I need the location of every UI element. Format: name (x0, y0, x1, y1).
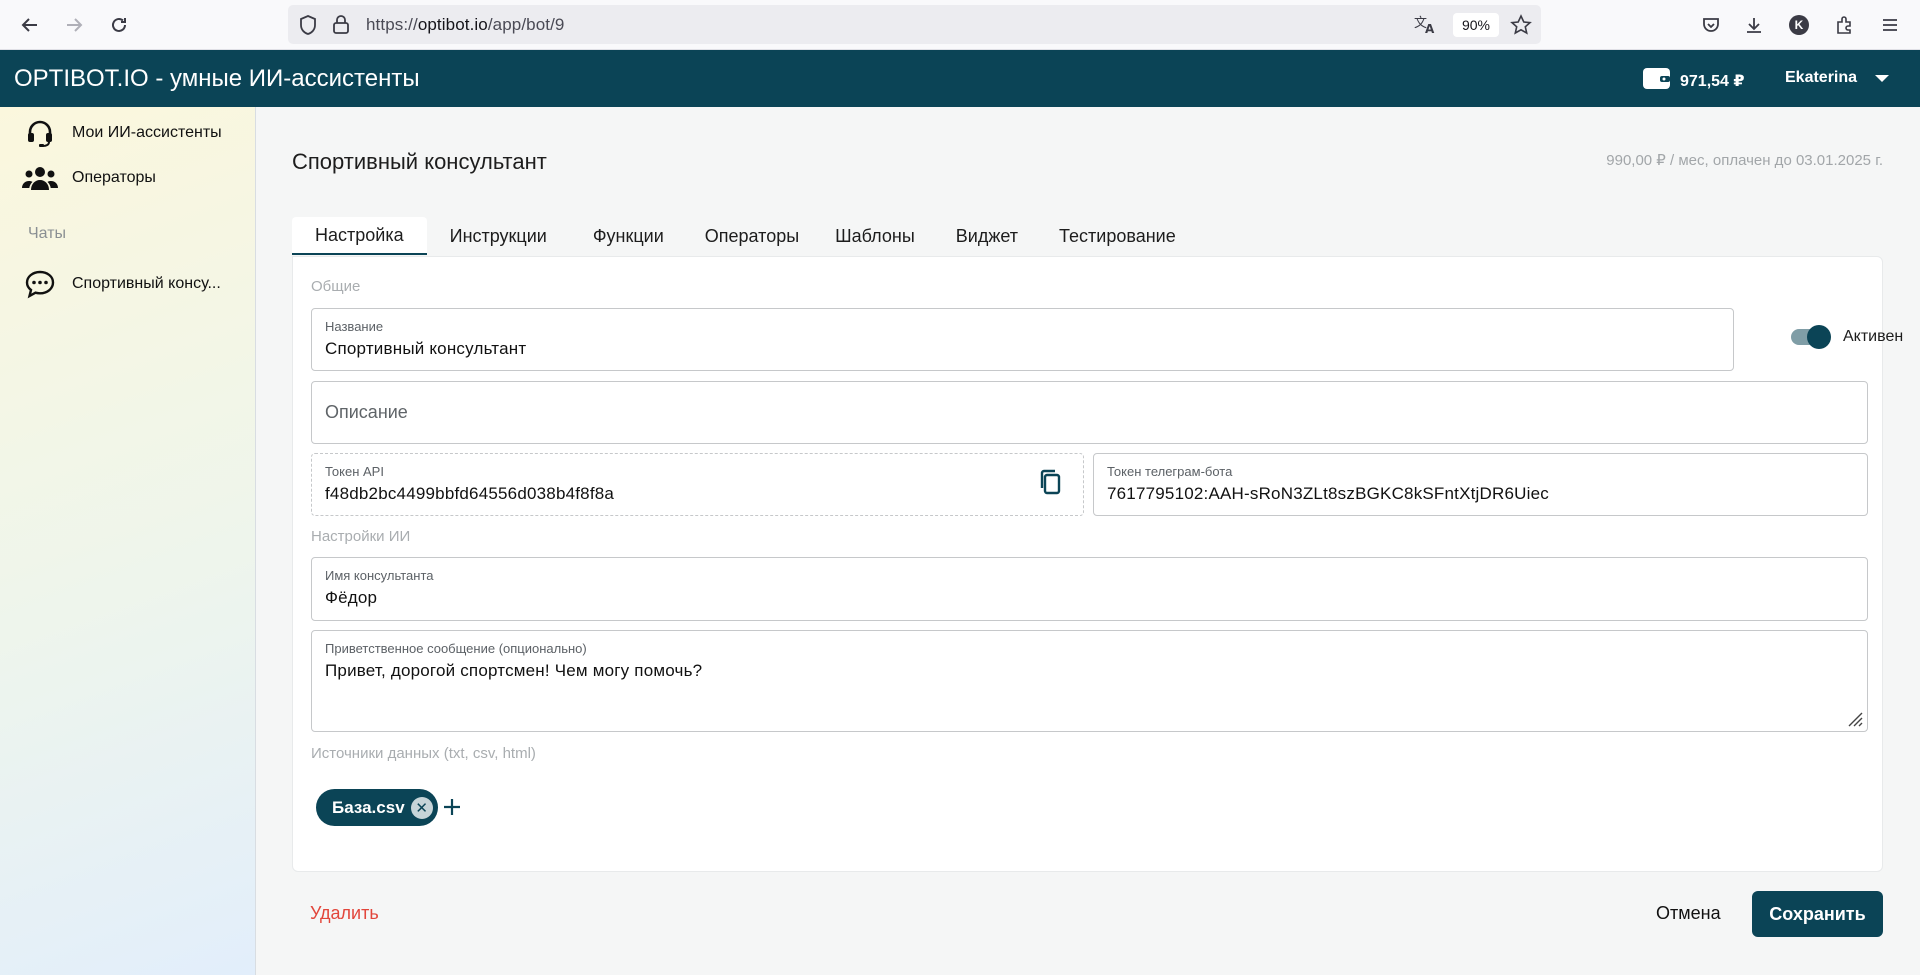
download-icon[interactable] (1740, 11, 1768, 39)
toggle-knob (1807, 325, 1831, 349)
browser-toolbar: https://optibot.io/app/bot/9 文A 90% K (0, 0, 1920, 50)
page-title: Спортивный консультант (292, 149, 547, 174)
url-host: optibot.io (417, 15, 488, 34)
api-token-value[interactable]: f48db2bc4499bbfd64556d038b4f8f8a (325, 484, 614, 504)
section-data-sources: Источники данных (txt, csv, html) (311, 745, 536, 762)
sidebar: Мои ИИ-ассистенты Операторы Чаты Спортив… (0, 107, 256, 975)
consultant-name-value[interactable]: Фёдор (325, 588, 377, 608)
resize-handle-icon[interactable] (1847, 711, 1863, 727)
user-menu[interactable]: Ekaterina (1785, 69, 1890, 87)
forward-icon[interactable] (60, 11, 88, 39)
zoom-level[interactable]: 90% (1453, 13, 1499, 37)
tab-widget[interactable]: Виджет (933, 217, 1041, 255)
section-ai-settings: Настройки ИИ (311, 528, 411, 545)
sidebar-item-label: Операторы (72, 169, 156, 186)
telegram-token-label: Токен телеграм-бота (1107, 464, 1233, 479)
settings-card: Общие Название Спортивный консультант Ак… (292, 256, 1903, 872)
url-path: /app/bot/9 (487, 15, 565, 34)
caret-down-icon (1875, 74, 1890, 82)
back-icon[interactable] (16, 11, 44, 39)
add-source-icon[interactable] (438, 793, 466, 821)
consultant-name-label: Имя консультанта (325, 568, 434, 583)
section-general: Общие (311, 278, 361, 295)
headset-icon (22, 117, 58, 149)
lock-icon[interactable] (332, 14, 350, 39)
wallet-balance[interactable]: 971,54 ₽ (1643, 67, 1745, 95)
profile-initial: K (1789, 15, 1809, 35)
remove-chip-icon[interactable]: ✕ (410, 796, 433, 819)
chat-bubble-icon (22, 268, 58, 300)
sidebar-item-chat[interactable]: Спортивный консу... (22, 268, 221, 300)
greeting-value[interactable]: Привет, дорогой спортсмен! Чем могу помо… (325, 661, 702, 681)
url-text[interactable]: https://optibot.io/app/bot/9 (366, 15, 564, 35)
main-content: Спортивный консультант 990,00 ₽ / мес, о… (256, 107, 1920, 975)
bookmark-star-icon[interactable] (1510, 14, 1532, 41)
reload-icon[interactable] (105, 11, 133, 39)
address-bar[interactable]: https://optibot.io/app/bot/9 文A 90% (288, 5, 1541, 44)
profile-icon[interactable]: K (1785, 11, 1813, 39)
tab-testing[interactable]: Тестирование (1041, 217, 1194, 255)
telegram-token-value[interactable]: 7617795102:AAH-sRoN3ZLt8szBGKC8kSFntXtjD… (1107, 484, 1549, 504)
source-chip-label: База.csv (332, 797, 405, 817)
sidebar-item-label: Спортивный консу... (72, 275, 221, 292)
description-placeholder: Описание (325, 402, 408, 422)
name-field-value[interactable]: Спортивный консультант (325, 339, 526, 359)
toggle-label: Активен (1843, 328, 1904, 345)
api-token-field[interactable]: Токен API f48db2bc4499bbfd64556d038b4f8f… (311, 453, 1084, 516)
name-field[interactable]: Название Спортивный консультант (311, 308, 1734, 371)
sidebar-item-operators[interactable]: Операторы (22, 162, 156, 194)
subscription-info: 990,00 ₽ / мес, оплачен до 03.01.2025 г. (1606, 152, 1883, 169)
menu-icon[interactable] (1876, 11, 1904, 39)
consultant-name-field[interactable]: Имя консультанта Фёдор (311, 557, 1868, 621)
greeting-label: Приветственное сообщение (опционально) (325, 641, 587, 656)
wallet-icon (1643, 67, 1670, 95)
app-title[interactable]: OPTIBOT.IO - умные ИИ-ассистенты (14, 65, 420, 93)
tab-templates[interactable]: Шаблоны (817, 217, 933, 255)
name-field-label: Название (325, 319, 384, 334)
api-token-label: Токен API (325, 464, 384, 479)
tab-settings[interactable]: Настройка (292, 217, 427, 255)
extensions-icon[interactable] (1830, 11, 1858, 39)
pocket-icon[interactable] (1697, 11, 1725, 39)
telegram-token-field[interactable]: Токен телеграм-бота 7617795102:AAH-sRoN3… (1093, 453, 1868, 516)
cancel-button[interactable]: Отмена (1656, 903, 1721, 924)
tab-instructions[interactable]: Инструкции (427, 217, 570, 255)
sidebar-item-assistants[interactable]: Мои ИИ-ассистенты (22, 117, 222, 149)
description-field[interactable]: Описание (311, 381, 1868, 444)
active-toggle[interactable]: Активен (1791, 325, 1904, 349)
source-chip[interactable]: База.csv ✕ (316, 789, 438, 826)
greeting-field[interactable]: Приветственное сообщение (опционально) П… (311, 630, 1868, 732)
user-name: Ekaterina (1785, 69, 1858, 86)
copy-icon[interactable] (1037, 468, 1063, 496)
svg-text:A: A (1425, 22, 1435, 35)
translate-icon[interactable]: 文A (1414, 13, 1438, 40)
tab-functions[interactable]: Функции (570, 217, 687, 255)
tab-bar: Настройка Инструкции Функции Операторы Ш… (292, 217, 1194, 255)
toggle-switch[interactable] (1791, 325, 1831, 349)
delete-button[interactable]: Удалить (310, 903, 379, 924)
app-header: OPTIBOT.IO - умные ИИ-ассистенты 971,54 … (0, 50, 1920, 107)
sidebar-section-chats: Чаты (28, 225, 67, 242)
users-icon (22, 162, 58, 194)
save-button[interactable]: Сохранить (1752, 891, 1883, 937)
sidebar-item-label: Мои ИИ-ассистенты (72, 124, 222, 141)
url-scheme: https:// (366, 15, 418, 34)
tab-operators[interactable]: Операторы (687, 217, 817, 255)
shield-icon[interactable] (298, 14, 318, 41)
balance-amount: 971,54 ₽ (1680, 73, 1745, 90)
